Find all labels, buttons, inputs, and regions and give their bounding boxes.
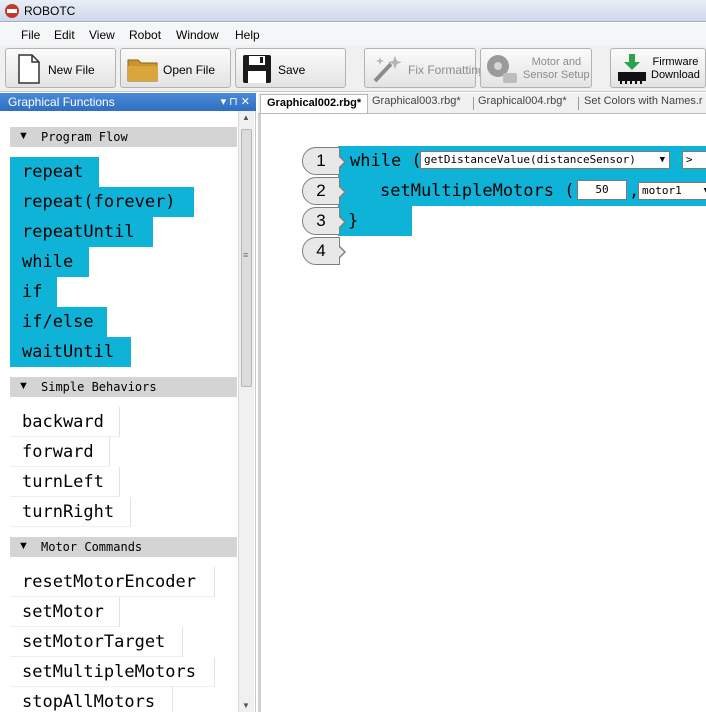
toolbar: New File Open File Save Fix Formatting M…	[0, 45, 706, 92]
save-label: Save	[278, 63, 306, 77]
section-title: Motor Commands	[41, 540, 143, 554]
while-keyword: while (	[350, 151, 422, 171]
menu-help[interactable]: Help	[235, 28, 260, 42]
firmware-download-button[interactable]: Firmware Download	[610, 48, 706, 88]
function-repeatuntil[interactable]: repeatUntil	[10, 217, 153, 247]
closing-brace: }	[348, 211, 359, 231]
line-number-text: 1	[316, 151, 326, 170]
function-turnright[interactable]: turnRight	[10, 497, 131, 527]
while-condition-value: getDistanceValue(distanceSensor)	[424, 153, 636, 166]
line-notch-fill	[339, 217, 344, 227]
menu-window[interactable]: Window	[176, 28, 219, 42]
line-number-text: 2	[316, 181, 326, 200]
dropdown-arrow-icon: ▼	[659, 155, 665, 165]
motor-sensor-label: Motor and Sensor Setup	[523, 56, 590, 82]
menu-edit[interactable]: Edit	[54, 28, 75, 42]
firmware-label-line1: Firmware	[652, 56, 699, 68]
menu-bar: File Edit View Robot Window Help	[0, 23, 706, 45]
motor-sensor-label-line1: Motor and	[531, 56, 582, 68]
folder-icon	[127, 59, 158, 82]
function-repeat-forever[interactable]: repeat(forever)	[10, 187, 194, 217]
magic-wand-icon	[373, 56, 402, 83]
function-repeat[interactable]: repeat	[10, 157, 99, 187]
line-notch-fill	[339, 187, 344, 197]
firmware-label-line2: Download	[651, 69, 700, 81]
function-backward[interactable]: backward	[10, 407, 120, 437]
graphical-functions-panel: ▼ Program Flow repeat repeat(forever) re…	[0, 111, 256, 712]
menu-file[interactable]: File	[21, 28, 40, 42]
save-button[interactable]: Save	[235, 48, 346, 88]
collapse-triangle-icon: ▼	[18, 540, 29, 552]
menu-robot[interactable]: Robot	[129, 28, 161, 42]
panel-window-controls[interactable]: ▾ ⊓ ✕	[221, 95, 250, 108]
speed-value-input[interactable]: 50	[577, 180, 627, 200]
fix-formatting-button[interactable]: Fix Formatting	[364, 48, 485, 88]
window-title: ROBOTC	[24, 4, 76, 18]
scrollbar-grip-icon: ≡	[243, 250, 249, 260]
save-disk-icon	[243, 55, 271, 83]
title-bar: ROBOTC	[0, 0, 706, 22]
function-while[interactable]: while	[10, 247, 89, 277]
line-number-text: 3	[316, 211, 326, 230]
tab-separator	[473, 97, 474, 110]
motor-sensor-setup-button[interactable]: Motor and Sensor Setup	[480, 48, 592, 88]
line-notch-fill	[339, 247, 344, 257]
function-turnleft[interactable]: turnLeft	[10, 467, 120, 497]
graphical-functions-header: Graphical Functions ▾ ⊓ ✕	[0, 93, 256, 111]
open-file-label: Open File	[163, 63, 216, 77]
editor-tab-strip: Graphical002.rbg* Graphical003.rbg* Grap…	[258, 93, 706, 114]
function-if-else[interactable]: if/else	[10, 307, 107, 337]
menu-view[interactable]: View	[89, 28, 115, 42]
firmware-download-label: Firmware Download	[651, 56, 700, 82]
scroll-down-arrow-icon[interactable]: ▼	[242, 701, 250, 710]
tab-graphical002[interactable]: Graphical002.rbg*	[260, 94, 369, 113]
function-waituntil[interactable]: waitUntil	[10, 337, 131, 367]
tab-graphical004[interactable]: Graphical004.rbg*	[478, 95, 567, 107]
line-number[interactable]: 1	[302, 147, 346, 175]
fix-formatting-label: Fix Formatting	[408, 63, 485, 77]
section-program-flow[interactable]: ▼ Program Flow	[10, 127, 237, 147]
motor-dropdown-value: motor1	[642, 184, 682, 197]
function-resetmotorencoder[interactable]: resetMotorEncoder	[10, 567, 215, 597]
function-if[interactable]: if	[10, 277, 57, 307]
function-setmultiplemotors[interactable]: setMultipleMotors	[10, 657, 215, 687]
line-notch-fill	[339, 157, 344, 167]
motor-sensor-label-line2: Sensor Setup	[523, 69, 590, 81]
motor-dropdown[interactable]: motor1 ▼	[638, 182, 706, 200]
line-number[interactable]: 2	[302, 177, 346, 205]
collapse-triangle-icon: ▼	[18, 130, 29, 142]
section-title: Simple Behaviors	[41, 380, 157, 394]
new-file-label: New File	[48, 63, 95, 77]
line-number[interactable]: 3	[302, 207, 346, 235]
section-title: Program Flow	[41, 130, 128, 144]
while-condition-dropdown[interactable]: getDistanceValue(distanceSensor) ▼	[420, 151, 670, 169]
function-stopallmotors[interactable]: stopAllMotors	[10, 687, 173, 712]
section-motor-commands[interactable]: ▼ Motor Commands	[10, 537, 237, 557]
while-operator-value: >	[686, 153, 693, 166]
setmultiplemotors-call: setMultipleMotors (	[380, 181, 575, 201]
scrollbar-thumb[interactable]: ≡	[241, 129, 252, 387]
new-file-button[interactable]: New File	[5, 48, 116, 88]
editor-left-border	[258, 114, 261, 712]
collapse-triangle-icon: ▼	[18, 380, 29, 392]
code-editor[interactable]: 1 while ( getDistanceValue(distanceSenso…	[258, 114, 706, 712]
robotc-logo-icon	[5, 4, 19, 18]
function-setmotor[interactable]: setMotor	[10, 597, 120, 627]
scroll-up-arrow-icon[interactable]: ▲	[242, 113, 250, 122]
section-simple-behaviors[interactable]: ▼ Simple Behaviors	[10, 377, 237, 397]
motor-sensor-icon	[487, 55, 517, 83]
line-number[interactable]: 4	[302, 237, 346, 265]
function-forward[interactable]: forward	[10, 437, 110, 467]
open-file-button[interactable]: Open File	[120, 48, 231, 88]
panel-title: Graphical Functions	[8, 95, 115, 109]
function-setmotortarget[interactable]: setMotorTarget	[10, 627, 183, 657]
tab-set-colors-with-names[interactable]: Set Colors with Names.r	[584, 95, 703, 107]
line-number-text: 4	[316, 241, 326, 260]
tab-graphical003[interactable]: Graphical003.rbg*	[372, 95, 461, 107]
panel-scrollbar[interactable]: ▲ ≡ ▼	[238, 111, 254, 712]
new-file-icon	[18, 54, 40, 84]
tab-separator	[578, 97, 579, 110]
firmware-download-icon	[618, 54, 646, 84]
while-operator-dropdown[interactable]: >	[682, 151, 706, 169]
